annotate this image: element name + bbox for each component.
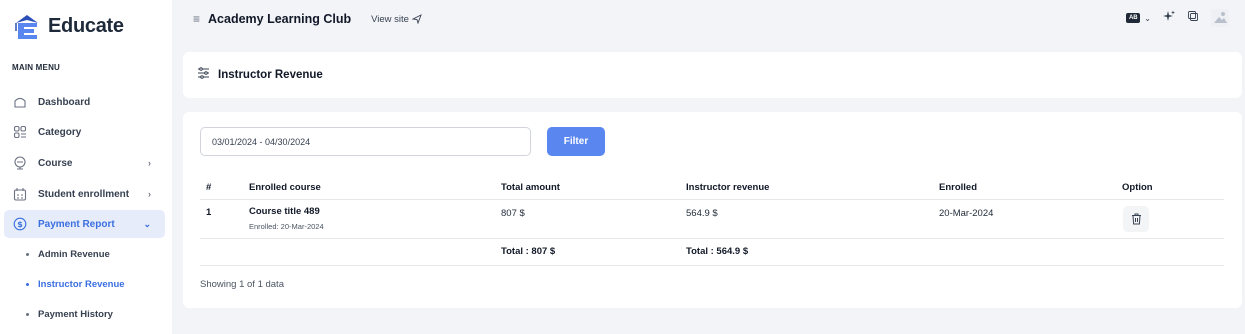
language-icon: AB [1126, 13, 1141, 23]
sidebar-item-label: Payment Report [38, 218, 115, 230]
course-title-link[interactable]: Course title 489 [249, 206, 320, 217]
sidebar-subitem-label: Admin Revenue [38, 249, 110, 260]
svg-text:$: $ [17, 220, 23, 229]
filter-button[interactable]: Filter [547, 127, 605, 156]
delete-button[interactable] [1123, 206, 1149, 232]
sidebar-item-payment-report[interactable]: $ Payment Report ⌄ [4, 210, 165, 238]
bullet-icon [26, 313, 29, 316]
column-header: Instructor revenue [686, 182, 770, 193]
category-icon [12, 124, 28, 140]
logo-icon [14, 11, 40, 41]
total-amount: 807 $ [501, 208, 525, 219]
send-icon [411, 14, 422, 24]
chevron-down-icon: ⌄ [143, 218, 151, 229]
pagination-info: Showing 1 of 1 data [200, 279, 284, 290]
view-site-link[interactable]: View site [371, 14, 422, 25]
sidebar-item-label: Student enrollment [38, 188, 130, 200]
divider [200, 199, 1224, 200]
instructor-revenue: 564.9 $ [686, 208, 718, 219]
logo-text: Educate [48, 14, 124, 37]
view-site-label: View site [371, 13, 409, 25]
chevron-right-icon: › [148, 158, 151, 168]
sidebar-subitem-label: Instructor Revenue [38, 279, 125, 290]
column-header: Option [1122, 182, 1153, 193]
sidebar-subitem-admin-revenue[interactable]: Admin Revenue [26, 249, 110, 260]
page-header: Instructor Revenue [183, 52, 1242, 98]
instructor-revenue-sum: Total : 564.9 $ [686, 246, 749, 257]
language-selector[interactable]: AB ⌄ [1126, 13, 1151, 23]
sidebar-item-student-enrollment[interactable]: Student enrollment › [4, 180, 165, 208]
dollar-circle-icon: $ [12, 216, 28, 232]
date-range-input[interactable]: 03/01/2024 - 04/30/2024 [200, 127, 531, 156]
sidebar-item-dashboard[interactable]: Dashboard [4, 88, 165, 116]
site-title: Academy Learning Club [208, 12, 352, 26]
column-header: Enrolled course [249, 182, 321, 193]
menu-toggle-icon[interactable]: ≡ [193, 12, 200, 26]
copy-icon[interactable] [1187, 9, 1199, 27]
bullet-icon [26, 283, 29, 286]
bullet-icon [26, 253, 29, 256]
sparkle-icon[interactable] [1163, 9, 1175, 27]
divider [200, 238, 1224, 239]
student-icon [12, 186, 28, 202]
sidebar-subitem-payment-history[interactable]: Payment History [26, 309, 113, 320]
chevron-right-icon: › [148, 189, 151, 199]
topbar: ≡ Academy Learning Club View site AB ⌄ [183, 0, 1245, 38]
page-title: Instructor Revenue [218, 69, 323, 81]
chevron-down-icon: ⌄ [1144, 13, 1151, 23]
row-index: 1 [206, 207, 212, 218]
sidebar-subitem-label: Payment History [38, 309, 113, 320]
sidebar-item-label: Dashboard [38, 96, 91, 108]
revenue-panel: 03/01/2024 - 04/30/2024 Filter # Enrolle… [183, 112, 1242, 308]
sidebar-item-label: Course [38, 157, 73, 169]
sidebar-subitem-instructor-revenue[interactable]: Instructor Revenue [26, 279, 125, 290]
total-amount-sum: Total : 807 $ [501, 246, 556, 257]
menu-title: MAIN MENU [12, 63, 61, 72]
enrolled-date: 20-Mar-2024 [939, 208, 994, 219]
home-icon [12, 94, 28, 110]
course-icon [12, 155, 28, 171]
column-header: Total amount [501, 182, 560, 193]
trash-icon [1131, 213, 1141, 225]
course-enrolled-date: Enrolled: 20-Mar-2024 [249, 222, 324, 231]
column-header: # [206, 182, 212, 193]
topbar-actions: AB ⌄ [1126, 9, 1229, 27]
sidebar-item-course[interactable]: Course › [4, 149, 165, 177]
sidebar: Educate MAIN MENU Dashboard Category Cou… [0, 0, 172, 334]
logo[interactable]: Educate [14, 6, 124, 46]
date-range-value: 03/01/2024 - 04/30/2024 [212, 136, 311, 147]
divider [200, 265, 1224, 266]
column-header: Enrolled [939, 182, 978, 193]
sidebar-item-category[interactable]: Category [4, 118, 165, 146]
avatar[interactable] [1211, 9, 1229, 27]
sidebar-item-label: Category [38, 126, 82, 138]
sliders-icon [197, 66, 210, 84]
